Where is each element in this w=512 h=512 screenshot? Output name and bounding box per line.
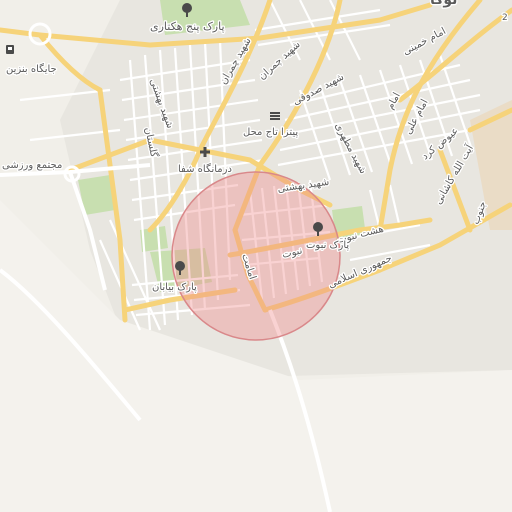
- restaurant-icon[interactable]: [270, 112, 280, 120]
- park-panj-hektari-label: پارک پنج هکتاری: [150, 20, 225, 33]
- pizza-label: پیتزا تاج محل: [243, 127, 298, 138]
- search-radius-circle[interactable]: [171, 171, 341, 341]
- park-nobut-label: پارک نبوت: [306, 240, 349, 251]
- road-number-label: 2: [502, 13, 508, 23]
- clinic-label: درمانگاه شفا: [178, 163, 232, 175]
- gas-station-label: جایگاه بنزین: [6, 63, 57, 75]
- park-beyaban-label: پارک بیابان: [152, 282, 197, 293]
- sports-complex-label: مجتمع ورزشی: [2, 160, 62, 171]
- gas-station-icon[interactable]: [6, 45, 14, 54]
- town-label: توکا: [430, 0, 457, 8]
- map-view[interactable]: توکا 2 پارک پنج هکتاری جایگاه بنزین مجتم…: [0, 0, 512, 512]
